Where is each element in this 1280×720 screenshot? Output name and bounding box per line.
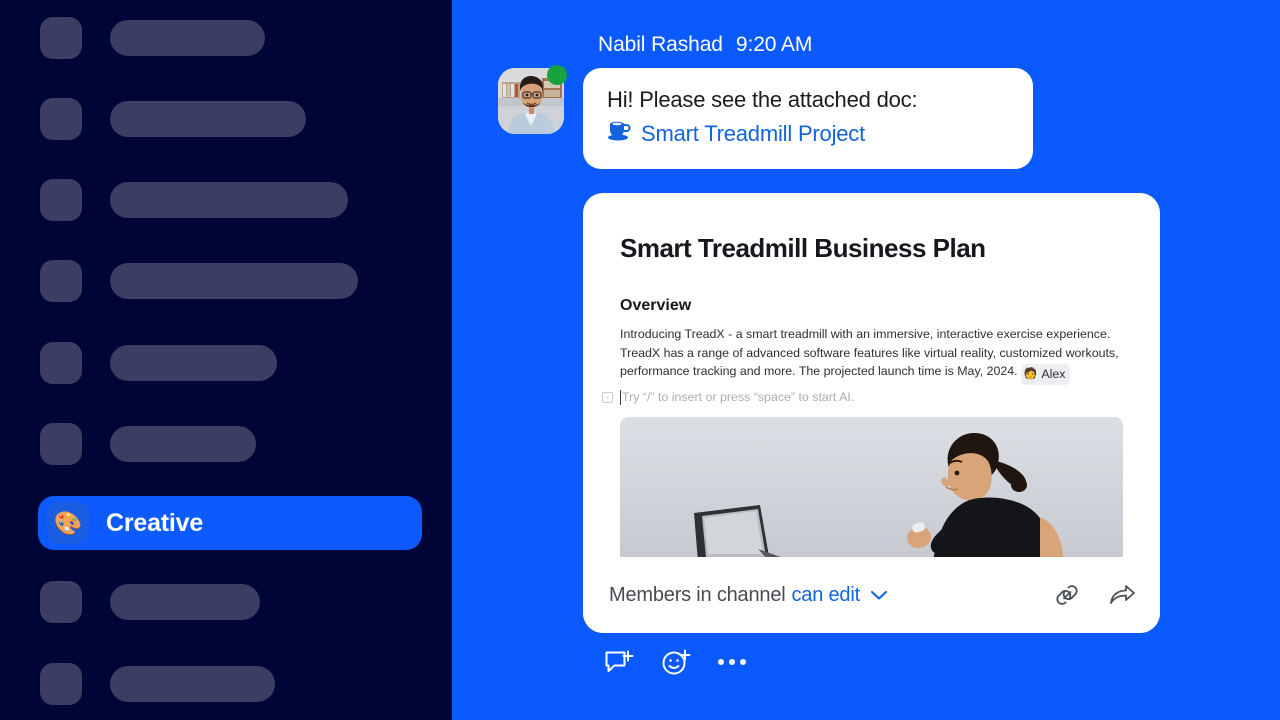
sidebar-skeleton-icon <box>40 98 82 140</box>
ellipsis-dots <box>718 659 746 665</box>
sidebar-skeleton-item <box>40 179 348 221</box>
presence-online-indicator <box>547 65 567 85</box>
message-header: Nabil Rashad 9:20 AM <box>598 33 812 57</box>
sidebar-item-creative[interactable]: 🎨 Creative <box>38 496 422 550</box>
sidebar-skeleton-icon <box>40 342 82 384</box>
text-caret <box>620 389 621 405</box>
attached-doc-link-label: Smart Treadmill Project <box>641 120 866 146</box>
message-author: Nabil Rashad <box>598 33 723 56</box>
message-action-bar <box>604 648 746 676</box>
sidebar-skeleton-bar <box>110 584 260 620</box>
message-bubble: Hi! Please see the attached doc: Smart T… <box>583 68 1033 169</box>
message-pane: Nabil Rashad 9:20 AM Hi! Please see the … <box>452 0 1280 720</box>
sidebar-skeleton-icon <box>40 663 82 705</box>
sidebar-skeleton-item <box>40 342 277 384</box>
add-reaction-icon[interactable] <box>661 648 691 676</box>
palette-emoji-glyph: 🎨 <box>53 509 83 536</box>
document-title: Smart Treadmill Business Plan <box>620 233 986 263</box>
sidebar-skeleton-icon <box>40 17 82 59</box>
sidebar-skeleton-icon <box>40 179 82 221</box>
sidebar-skeleton-bar <box>110 426 256 462</box>
sidebar-skeleton-icon <box>40 423 82 465</box>
chevron-down-icon[interactable] <box>869 589 889 601</box>
attached-doc-link[interactable]: Smart Treadmill Project <box>607 120 1009 147</box>
message-timestamp: 9:20 AM <box>735 33 813 56</box>
document-editor-placeholder-row[interactable]: - Try “/” to insert or press “space” to … <box>602 389 1123 405</box>
document-paragraph: Introducing TreadX - a smart treadmill w… <box>620 325 1123 385</box>
sidebar-skeleton-item <box>40 98 306 140</box>
mention-name: Alex <box>1041 367 1066 382</box>
document-footer: Members in channel can edit <box>583 557 1160 633</box>
app-root: 🎨 Creative Nabil Rashad 9:20 AM Hi! Plea… <box>0 0 1280 720</box>
mention-avatar-emoji: 🧑 <box>1023 368 1038 380</box>
message-text: Hi! Please see the attached doc: <box>607 87 918 112</box>
sidebar-skeleton-icon <box>40 260 82 302</box>
avatar[interactable] <box>498 65 567 134</box>
document-editor-placeholder: Try “/” to insert or press “space” to st… <box>622 390 855 405</box>
sidebar-skeleton-bar <box>110 263 358 299</box>
mention-chip[interactable]: 🧑 Alex <box>1020 364 1071 385</box>
block-drag-handle-icon[interactable]: - <box>602 391 613 403</box>
reply-icon[interactable] <box>604 648 634 676</box>
permission-value[interactable]: can edit <box>792 584 861 607</box>
document-embedded-image <box>620 416 1123 562</box>
sidebar-item-label: Creative <box>106 508 204 537</box>
sidebar-skeleton-item <box>40 581 260 623</box>
coffee-cup-icon <box>607 120 632 147</box>
sidebar-skeleton-bar <box>110 20 265 56</box>
dot <box>729 659 735 665</box>
sidebar-skeleton-item <box>40 663 275 705</box>
more-icon[interactable] <box>718 659 746 665</box>
dot <box>740 659 746 665</box>
sidebar-skeleton-bar <box>110 101 306 137</box>
sidebar: 🎨 Creative <box>0 0 452 720</box>
sidebar-skeleton-bar <box>110 345 277 381</box>
palette-emoji: 🎨 <box>47 502 89 544</box>
sidebar-skeleton-icon <box>40 581 82 623</box>
sidebar-skeleton-bar <box>110 666 275 702</box>
sidebar-skeleton-bar <box>110 182 348 218</box>
sidebar-skeleton-item <box>40 423 256 465</box>
sidebar-skeleton-item <box>40 260 358 302</box>
document-body: Smart Treadmill Business Plan Overview I… <box>583 193 1160 405</box>
document-section-heading: Overview <box>620 297 692 314</box>
permission-label: Members in channel <box>609 583 786 606</box>
link-icon[interactable] <box>1053 581 1081 609</box>
treadmill-runner-illustration <box>620 416 1123 562</box>
dot <box>718 659 724 665</box>
share-icon[interactable] <box>1107 581 1137 609</box>
document-preview-card[interactable]: Smart Treadmill Business Plan Overview I… <box>583 193 1160 633</box>
sidebar-skeleton-item <box>40 17 265 59</box>
